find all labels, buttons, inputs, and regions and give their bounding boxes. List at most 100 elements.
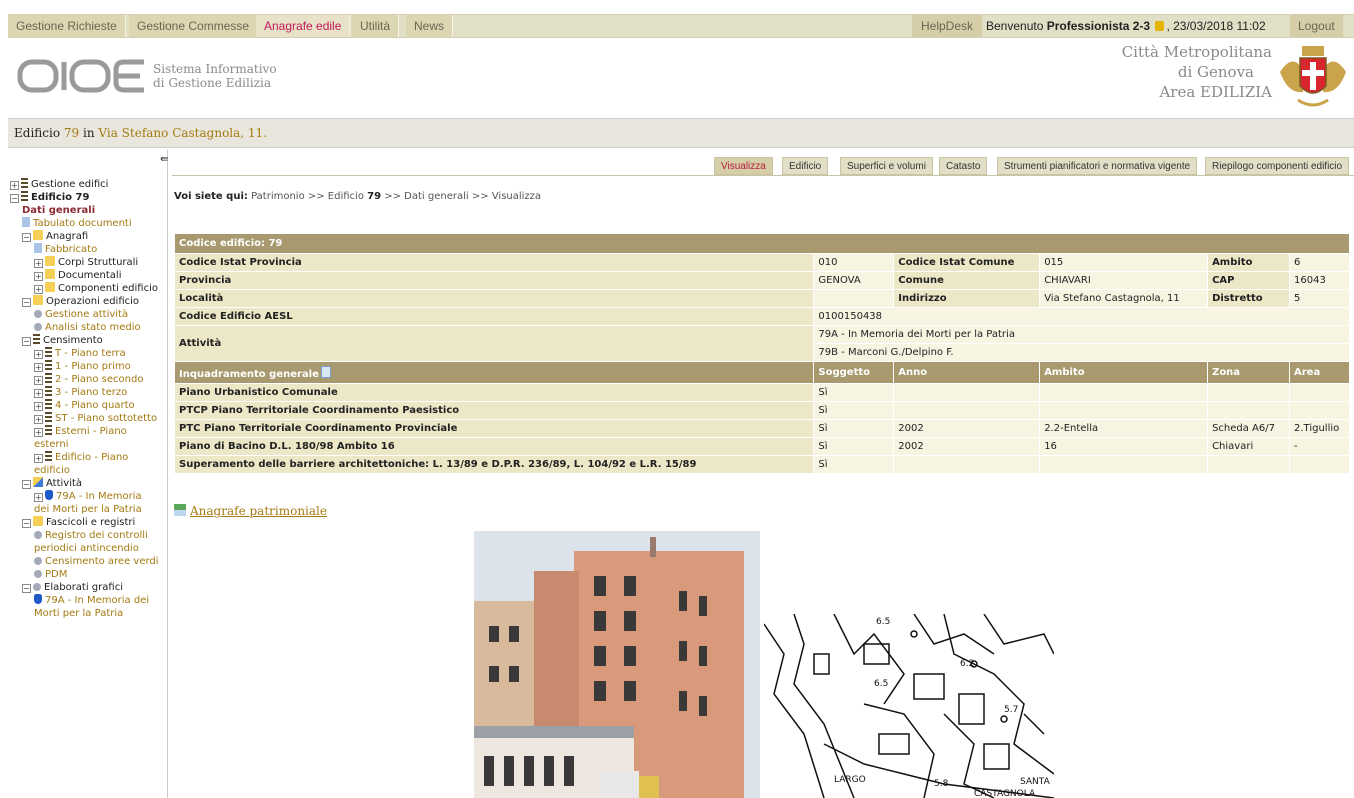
site-map[interactable]: 6.5 6.2 6.5 5.7 5.8 SANTA LARGO CASTAGNO… [764, 614, 1054, 798]
tab-gestione-richieste[interactable]: Gestione Richieste [8, 15, 126, 37]
subtab-strumenti[interactable]: Strumenti pianificatori e normativa vige… [997, 157, 1198, 175]
table-row: Piano di Bacino D.L. 180/98 Ambito 16 Sì… [173, 437, 1350, 456]
building-address-link[interactable]: Via Stefano Castagnola, 11. [98, 126, 267, 140]
expand-icon[interactable]: + [34, 454, 43, 463]
expand-icon[interactable]: + [34, 402, 43, 411]
expand-icon[interactable]: + [34, 389, 43, 398]
expand-icon[interactable]: + [34, 428, 43, 437]
row-label: Superamento delle barriere architettonic… [173, 455, 815, 474]
row-label: Distretto [1207, 289, 1290, 308]
building-data-table: Codice edificio: 79 Codice Istat Provinc… [173, 233, 1350, 474]
lock-icon [1155, 21, 1165, 31]
tree-operazioni[interactable]: − Operazioni edificio [10, 295, 166, 308]
tree-piano-st[interactable]: + ST - Piano sottotetto [10, 412, 166, 425]
tree-censimento[interactable]: − Censimento [10, 334, 166, 347]
subtab-superfici[interactable]: Superfici e volumi [840, 157, 933, 175]
expand-icon[interactable]: + [34, 272, 43, 281]
row-value [1207, 455, 1290, 474]
tree-piano-3[interactable]: +3 - Piano terzo [10, 386, 166, 399]
tree-cens-verdi[interactable]: Censimento aree verdi [10, 555, 166, 568]
tree-componenti[interactable]: + Componenti edificio [10, 282, 166, 295]
row-value [813, 289, 895, 308]
collapse-icon[interactable]: − [22, 233, 31, 242]
tree-piano-4[interactable]: +4 - Piano quarto [10, 399, 166, 412]
shield-icon [34, 594, 42, 604]
tree-esterni[interactable]: + Esterni - Piano esterni [10, 425, 160, 451]
building-mid: in [83, 126, 95, 140]
tree-piano-2[interactable]: +2 - Piano secondo [10, 373, 166, 386]
tree-label: Componenti edificio [58, 283, 158, 294]
sige-sub-line1: Sistema Informativo [153, 62, 277, 76]
tree-piano-1[interactable]: +1 - Piano primo [10, 360, 166, 373]
building-bar: Edificio 79 in Via Stefano Castagnola, 1… [8, 118, 1354, 148]
collapse-icon[interactable]: − [10, 194, 19, 203]
expand-icon[interactable]: + [34, 363, 43, 372]
expand-icon[interactable]: + [34, 376, 43, 385]
expand-icon[interactable]: + [34, 350, 43, 359]
tab-anagrafe-edile[interactable]: Anagrafe edile [256, 15, 351, 37]
tree-registro[interactable]: Registro dei controlli periodici antince… [10, 529, 160, 555]
tree-pdm[interactable]: PDM [10, 568, 166, 581]
tree-label: Fabbricato [45, 244, 98, 255]
tree-attivita[interactable]: − Attività [10, 477, 166, 490]
tree-edificio-piano[interactable]: + Edificio - Piano edificio [10, 451, 160, 477]
table-row: Codice Istat Provincia 010 Codice Istat … [173, 253, 1350, 272]
collapse-icon[interactable]: − [22, 584, 31, 593]
helpdesk-button[interactable]: HelpDesk [912, 15, 983, 37]
tree-fabbricato[interactable]: Fabbricato [10, 243, 166, 256]
tree-corpi[interactable]: + Corpi Strutturali [10, 256, 166, 269]
expand-icon[interactable]: + [34, 493, 43, 502]
tree-analisi[interactable]: Analisi stato medio [10, 321, 166, 334]
tree-label: PDM [45, 569, 68, 580]
table-row: Provincia GENOVA Comune CHIAVARI CAP 160… [173, 271, 1350, 290]
tree-elab-79a[interactable]: 79A - In Memoria dei Morti per la Patria [10, 594, 160, 620]
collapse-icon[interactable]: − [22, 298, 31, 307]
tree-edificio-79[interactable]: − Edificio 79 [10, 191, 166, 204]
floor-icon [45, 386, 52, 396]
subtab-edificio[interactable]: Edificio [782, 157, 829, 175]
tree-tabulato[interactable]: Tabulato documenti [10, 217, 166, 230]
tree-documentali[interactable]: + Documentali [10, 269, 166, 282]
logout-button[interactable]: Logout [1290, 15, 1343, 37]
expand-icon[interactable]: + [34, 259, 43, 268]
anagrafe-link-row: Anagrafe patrimoniale [174, 504, 327, 518]
tree-gestione-attivita[interactable]: Gestione attività [10, 308, 166, 321]
subtab-catasto[interactable]: Catasto [939, 157, 988, 175]
tab-utilita[interactable]: Utilità [352, 15, 400, 37]
tree-att-79a[interactable]: +79A - In Memoria dei Morti per la Patri… [10, 490, 160, 516]
tree-anagrafi[interactable]: − Anagrafi [10, 230, 166, 243]
tree-dati-generali[interactable]: Dati generali [10, 204, 166, 217]
bullet-icon [33, 583, 41, 591]
collapse-icon[interactable]: − [22, 480, 31, 489]
row-value: Sì [813, 455, 895, 474]
tree-gestione-edifici[interactable]: + Gestione edifici [10, 178, 166, 191]
tree-label: 4 - Piano quarto [55, 400, 135, 411]
expand-icon[interactable]: + [34, 415, 43, 424]
anagrafe-patrimoniale-link[interactable]: Anagrafe patrimoniale [190, 504, 327, 518]
tab-news[interactable]: News [406, 15, 454, 37]
collapse-sidebar-icon[interactable]: ⇚ [160, 154, 168, 165]
collapse-icon[interactable]: − [22, 519, 31, 528]
tree-piano-t[interactable]: + T - Piano terra [10, 347, 166, 360]
col-header: Soggetto [813, 361, 895, 384]
org-line2: di Genova [1177, 63, 1254, 81]
expand-icon[interactable]: + [34, 285, 43, 294]
row-value [1289, 455, 1350, 474]
row-value: 015 [1039, 253, 1209, 272]
row-value [1039, 401, 1209, 420]
row-value: 79B - Marconi G./Delpino F. [813, 343, 1350, 362]
building-photo[interactable] [474, 531, 760, 798]
document-icon[interactable] [320, 365, 331, 378]
collapse-icon[interactable]: − [22, 337, 31, 346]
sidebar-tree: + Gestione edifici − Edificio 79 Dati gene… [10, 178, 166, 620]
subtab-riepilogo[interactable]: Riepilogo componenti edificio [1205, 157, 1350, 175]
tab-gestione-commesse[interactable]: Gestione Commesse [129, 15, 259, 37]
section-title-text: Inquadramento generale [179, 368, 319, 380]
tree-elaborati[interactable]: − Elaborati grafici [10, 581, 166, 594]
expand-icon[interactable]: + [10, 181, 19, 190]
tree-label: Operazioni edificio [46, 296, 140, 307]
building-id-link[interactable]: 79 [64, 126, 79, 140]
shield-icon [45, 490, 53, 500]
subtab-visualizza[interactable]: Visualizza [714, 157, 773, 175]
tree-fascicoli[interactable]: − Fascicoli e registri [10, 516, 166, 529]
